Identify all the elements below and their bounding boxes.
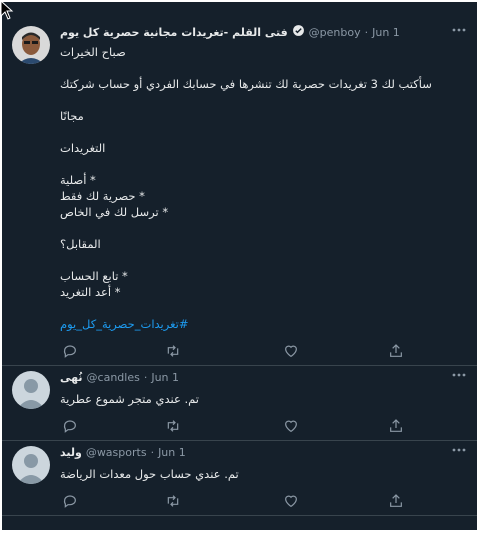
- tweet-line: * تابع الحساب: [60, 269, 128, 283]
- share-icon[interactable]: [388, 493, 404, 509]
- tweet-line: المقابل؟: [60, 237, 101, 251]
- reply-icon[interactable]: [62, 493, 78, 509]
- separator-dot: ·: [143, 370, 148, 384]
- tweet-text: صباح الخيرات سأكتب لك 3 تغريدات حصرية لك…: [60, 44, 455, 332]
- separator-dot: ·: [364, 25, 369, 39]
- tweet-actions: [58, 418, 408, 434]
- author-name[interactable]: وليد: [60, 446, 82, 459]
- more-horizontal-icon[interactable]: [451, 367, 467, 381]
- tweet-line: [60, 124, 455, 140]
- tweet-main[interactable]: فتى القلم -تغريدات مجانية حصرية كل يوم @…: [2, 20, 477, 366]
- tweet-actions: [58, 343, 408, 359]
- avatar-candles[interactable]: [12, 371, 50, 409]
- heart-icon[interactable]: [283, 418, 299, 434]
- share-icon[interactable]: [388, 418, 404, 434]
- tweet-thread: فتى القلم -تغريدات مجانية حصرية كل يوم @…: [2, 2, 477, 530]
- author-name[interactable]: نُهى: [60, 371, 83, 384]
- tweet-date[interactable]: Jun 1: [158, 446, 186, 459]
- author-handle[interactable]: @penboy: [309, 26, 361, 39]
- retweet-icon[interactable]: [165, 343, 181, 359]
- tweet-line: [60, 92, 455, 108]
- tweet-line: سأكتب لك 3 تغريدات حصرية لك تنشرها في حس…: [60, 77, 432, 91]
- heart-icon[interactable]: [283, 493, 299, 509]
- heart-icon[interactable]: [283, 343, 299, 359]
- tweet-line: [60, 60, 455, 76]
- mouse-cursor-icon: [0, 0, 14, 20]
- verified-badge-icon: [292, 24, 305, 40]
- more-horizontal-icon[interactable]: [451, 22, 467, 36]
- tweet-line: [60, 156, 455, 172]
- author-handle[interactable]: @candles: [87, 371, 140, 384]
- tweet-line: [60, 300, 455, 316]
- tweet-line: تم. عندي متجر شموع عطرية: [60, 392, 199, 406]
- tweet-line: التغريدات: [60, 141, 106, 155]
- tweet-line: * ترسل لك في الخاص: [60, 205, 169, 219]
- author-handle[interactable]: @wasports: [86, 446, 147, 459]
- tweet-actions: [58, 493, 408, 509]
- reply-tweet[interactable]: نُهى @candles · Jun 1 تم. عندي متجر شموع…: [2, 365, 477, 441]
- author-name[interactable]: فتى القلم -تغريدات مجانية حصرية كل يوم: [60, 26, 288, 39]
- reply-icon[interactable]: [62, 418, 78, 434]
- share-icon[interactable]: [388, 343, 404, 359]
- tweet-line: * أصلية: [60, 173, 96, 187]
- retweet-icon[interactable]: [165, 418, 181, 434]
- avatar-penboy[interactable]: [12, 26, 50, 64]
- avatar-wasports[interactable]: [12, 446, 50, 484]
- retweet-icon[interactable]: [165, 493, 181, 509]
- reply-icon[interactable]: [62, 343, 78, 359]
- separator-dot: ·: [150, 445, 155, 459]
- tweet-line: مجانًا: [60, 109, 84, 123]
- tweet-text: تم. عندي متجر شموع عطرية: [60, 391, 455, 407]
- tweet-line: * أعد التغريد: [60, 285, 121, 299]
- tweet-line: [60, 252, 455, 268]
- tweet-date[interactable]: Jun 1: [372, 26, 400, 39]
- hashtag-link[interactable]: #تغريدات_حصرية_كل_يوم: [60, 316, 455, 332]
- tweet-date[interactable]: Jun 1: [151, 371, 179, 384]
- reply-tweet[interactable]: وليد @wasports · Jun 1 تم. عندي حساب حول…: [2, 440, 477, 516]
- more-horizontal-icon[interactable]: [451, 442, 467, 456]
- tweet-line: تم. عندي حساب حول معدات الرياضة: [60, 467, 239, 481]
- tweet-line: صباح الخيرات: [60, 45, 126, 59]
- tweet-line: * حصرية لك فقط: [60, 189, 145, 203]
- tweet-line: [60, 220, 455, 236]
- tweet-text: تم. عندي حساب حول معدات الرياضة: [60, 466, 455, 482]
